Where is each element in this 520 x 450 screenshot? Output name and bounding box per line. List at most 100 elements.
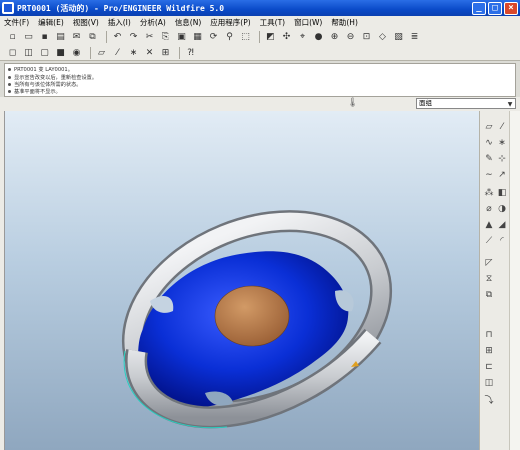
extrude-icon[interactable]: ◧ xyxy=(496,187,508,199)
menu-edit[interactable]: 编辑(E) xyxy=(38,17,64,28)
title-bar: PRT0001 (活动的) - Pro/ENGINEER Wildfire 5.… xyxy=(0,0,520,16)
shell-icon[interactable]: ▲ xyxy=(483,219,495,231)
window-title: PRT0001 (活动的) - Pro/ENGINEER Wildfire 5.… xyxy=(17,3,225,13)
datum-point-icon[interactable]: ∗ xyxy=(496,137,508,149)
hole-icon[interactable]: ⌀ xyxy=(483,203,495,215)
open-icon[interactable]: ▭ xyxy=(22,31,35,44)
shaded-icon[interactable]: ■ xyxy=(54,46,67,59)
minimize-button[interactable]: _ xyxy=(472,1,486,15)
save-icon[interactable]: ▪ xyxy=(38,31,51,44)
send-icon[interactable]: ⧉ xyxy=(86,31,99,44)
toolbar-separator xyxy=(106,31,107,43)
cut-icon[interactable]: ✂ xyxy=(143,31,156,44)
bullet-icon xyxy=(8,68,11,72)
datum-plane-icon[interactable]: ▱ xyxy=(483,121,495,133)
revolve-icon[interactable]: ◑ xyxy=(496,203,508,215)
mirror-icon[interactable]: ⧖ xyxy=(483,273,495,285)
search-icon[interactable]: ⚲ xyxy=(223,31,236,44)
message-text: 基准平面将不显示。 xyxy=(14,89,61,96)
refit-icon[interactable]: ⊡ xyxy=(360,31,373,44)
bullet-icon xyxy=(8,75,11,79)
message-text: 当所有与该位体所需的状态。 xyxy=(14,81,82,88)
points-icon[interactable]: ⁂ xyxy=(483,187,495,199)
datum-points-icon[interactable]: ∗ xyxy=(127,46,140,59)
redo-icon[interactable]: ↷ xyxy=(127,31,140,44)
message-line: 显示宣告改变以后，重新检查设置。 xyxy=(8,73,512,81)
print-icon[interactable]: ▤ xyxy=(54,31,67,44)
message-area: PRT0001 变 LAY0001。 显示宣告改变以后，重新检查设置。 当所有与… xyxy=(4,63,516,97)
spin-center-icon[interactable]: ✣ xyxy=(280,31,293,44)
thicken-icon[interactable]: ◫ xyxy=(483,377,495,389)
paste-icon[interactable]: ▣ xyxy=(175,31,188,44)
saved-views-icon[interactable]: ▧ xyxy=(392,31,405,44)
toolbar-separator xyxy=(90,46,91,59)
menu-help[interactable]: 帮助(H) xyxy=(331,17,358,28)
bullet-icon xyxy=(8,82,11,86)
sketch-icon[interactable]: ✎ xyxy=(483,153,495,165)
datum-planes-icon[interactable]: ▱ xyxy=(95,46,108,59)
offset-icon[interactable]: ⊏ xyxy=(483,361,495,373)
menu-tools[interactable]: 工具(T) xyxy=(260,17,285,28)
annotation-icon[interactable]: ⊞ xyxy=(159,46,172,59)
chevron-down-icon[interactable]: ▼ xyxy=(506,100,514,108)
selection-filter-select[interactable]: 面组 ▼ xyxy=(416,98,516,109)
coordinate-systems-icon[interactable]: ✕ xyxy=(143,46,156,59)
toolbar-separator xyxy=(259,31,260,43)
menu-window[interactable]: 窗口(W) xyxy=(294,17,322,28)
menu-info[interactable]: 信息(N) xyxy=(175,17,201,28)
merge-icon[interactable]: ⧉ xyxy=(483,289,495,301)
pattern-icon[interactable]: ⊞ xyxy=(483,345,495,357)
undo-icon[interactable]: ↶ xyxy=(111,31,124,44)
menu-file[interactable]: 文件(F) xyxy=(4,17,29,28)
spline-icon[interactable]: ∼ xyxy=(483,169,495,181)
graphics-viewport[interactable] xyxy=(4,111,479,450)
feature-toolbar: ▱ ⁄ ∿ ∗ ✎ ⊹ ∼ ↗ ⁂ ◧ ⌀ ◑ ▲ ◢ ⟋ ◜ ◸ ⧖ ⧉ ⊓ … xyxy=(479,111,509,450)
menu-insert[interactable]: 插入(I) xyxy=(108,17,131,28)
zoom-out-icon[interactable]: ⊖ xyxy=(344,31,357,44)
wireframe-icon[interactable]: ◻ xyxy=(6,46,19,59)
datum-axes-icon[interactable]: ⁄ xyxy=(111,46,124,59)
regenerate-icon[interactable]: ⟳ xyxy=(207,31,220,44)
status-row: 🌡 面组 ▼ xyxy=(0,97,520,111)
rib-icon[interactable]: ◢ xyxy=(496,219,508,231)
no-hidden-icon[interactable]: ▢ xyxy=(38,46,51,59)
toolbar-display: ◻ ◫ ▢ ■ ◉ ▱ ⁄ ∗ ✕ ⊞ ⁈ xyxy=(0,45,520,61)
analysis-icon[interactable]: ↗ xyxy=(496,169,508,181)
new-icon[interactable]: ▫ xyxy=(6,31,19,44)
trim-icon[interactable]: ⊓ xyxy=(483,329,495,341)
message-line: PRT0001 变 LAY0001。 xyxy=(8,66,512,73)
app-icon xyxy=(2,2,14,14)
right-panel-strip xyxy=(509,111,520,450)
datum-curve-icon[interactable]: ∿ xyxy=(483,137,495,149)
email-icon[interactable]: ✉ xyxy=(70,31,83,44)
close-button[interactable]: × xyxy=(504,1,518,15)
select-box-icon[interactable]: ⬚ xyxy=(239,31,252,44)
filter-value: 面组 xyxy=(419,99,432,107)
message-text: 显示宣告改变以后，重新检查设置。 xyxy=(14,74,98,81)
reorient-icon[interactable]: ◇ xyxy=(376,31,389,44)
copy-icon[interactable]: ⎘ xyxy=(159,31,172,44)
message-text: PRT0001 变 LAY0001。 xyxy=(14,67,73,74)
solidify-icon[interactable]: ⤵ xyxy=(483,393,495,406)
menu-applications[interactable]: 应用程序(P) xyxy=(210,17,250,28)
paste-special-icon[interactable]: ▦ xyxy=(191,31,204,44)
chamfer-icon[interactable]: ◸ xyxy=(483,257,495,269)
layers-icon[interactable]: ≣ xyxy=(408,31,421,44)
enhanced-realism-icon[interactable]: ◉ xyxy=(70,46,83,59)
menu-view[interactable]: 视图(V) xyxy=(73,17,99,28)
datum-axis-icon[interactable]: ⁄ xyxy=(496,121,508,133)
maximize-button[interactable]: □ xyxy=(488,1,502,15)
repaint-icon[interactable]: ◩ xyxy=(264,31,277,44)
zoom-in-icon[interactable]: ⊕ xyxy=(328,31,341,44)
thermometer-icon: 🌡 xyxy=(347,98,359,108)
horn-emblem xyxy=(214,285,290,347)
round-icon[interactable]: ◜ xyxy=(496,235,508,247)
draft-icon[interactable]: ⟋ xyxy=(483,235,495,247)
context-help-icon[interactable]: ⁈ xyxy=(184,46,197,59)
coordinate-system-icon[interactable]: ⊹ xyxy=(496,153,508,165)
toolbar-separator xyxy=(179,46,180,59)
orient-icon[interactable]: ⌖ xyxy=(296,31,309,44)
hidden-line-icon[interactable]: ◫ xyxy=(22,46,35,59)
shading-icon[interactable]: ● xyxy=(312,31,325,44)
menu-analysis[interactable]: 分析(A) xyxy=(140,17,166,28)
